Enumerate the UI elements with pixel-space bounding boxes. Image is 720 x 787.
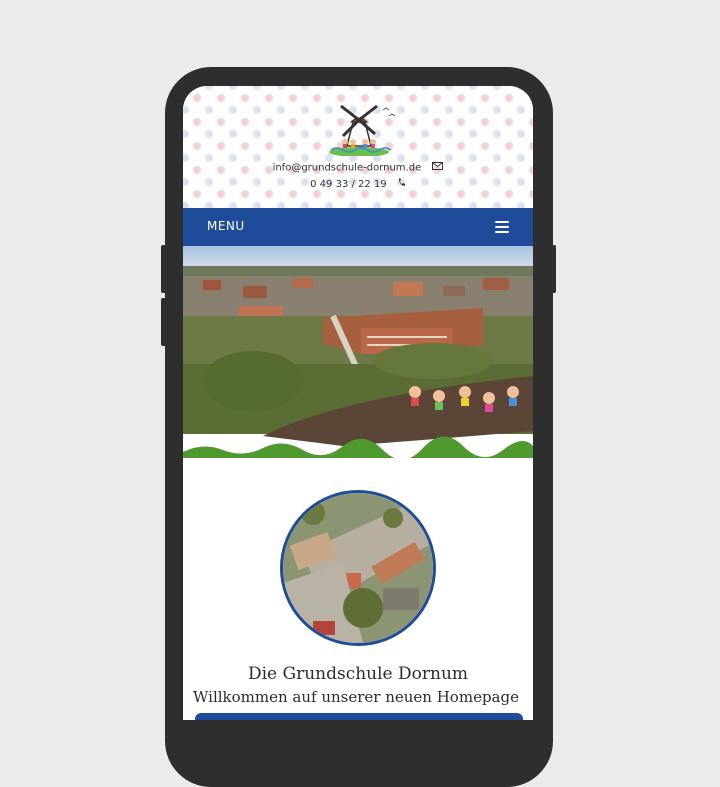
phone-link[interactable]: 0 49 33 / 22 19	[310, 179, 387, 190]
phone-icon	[398, 178, 406, 190]
windmill-logo-icon[interactable]	[313, 100, 405, 156]
page-subtitle: Willkommen auf unserer neuen Homepage	[193, 688, 519, 706]
phone-screen[interactable]: info@grundschule-dornum.de 0 49 33 / 22 …	[183, 86, 533, 720]
cta-button[interactable]	[195, 713, 523, 720]
main-navbar: MENU	[183, 208, 533, 246]
hamburger-icon[interactable]	[495, 221, 509, 233]
phone-row[interactable]: 0 49 33 / 22 19	[183, 178, 533, 190]
site-header: info@grundschule-dornum.de 0 49 33 / 22 …	[183, 86, 533, 208]
email-link[interactable]: info@grundschule-dornum.de	[273, 163, 422, 174]
school-aerial-round-photo	[280, 490, 436, 646]
email-row[interactable]: info@grundschule-dornum.de	[183, 162, 533, 174]
envelope-icon	[432, 162, 444, 173]
menu-label[interactable]: MENU	[207, 219, 245, 233]
page-title: Die Grundschule Dornum	[247, 664, 469, 684]
hero-aerial-photo	[183, 246, 533, 458]
